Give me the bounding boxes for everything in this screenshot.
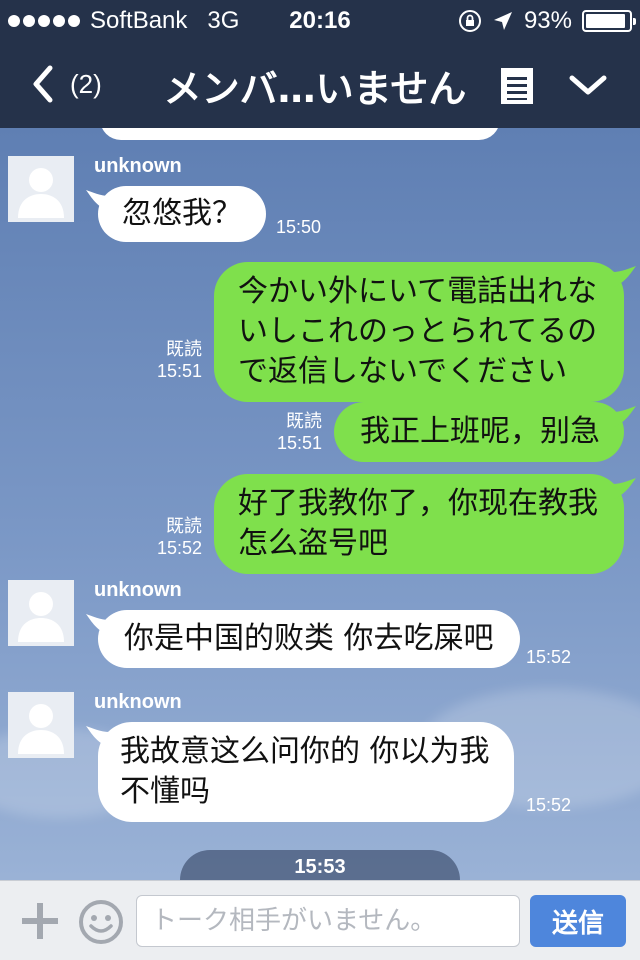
bubble-tail [612,406,636,428]
bubble-tail [86,726,110,748]
chevron-left-icon [33,65,53,103]
sender-name: unknown [94,155,182,177]
chevron-down-icon[interactable] [566,70,610,100]
message-line: 怎么盗号吧 [238,526,388,561]
message-time: 15:50 [276,217,322,237]
message-meta: 既読 15:51 [120,338,202,382]
read-receipt: 既読 [166,516,202,536]
avatar[interactable] [8,580,74,646]
message-bubble-incoming[interactable]: 忽悠我？ [86,186,266,242]
message-line: 不懂吗 [120,774,210,809]
message-meta: 既読 15:51 [240,410,322,454]
previous-message-bubble [100,128,500,140]
message-line: 我故意这么问你的 你以为我 [120,734,490,769]
message-line: 忽悠我？ [122,196,242,231]
plus-icon[interactable] [20,901,60,941]
default-avatar-icon [18,168,64,218]
read-receipt: 既読 [286,411,322,431]
message-time: 15:51 [276,433,322,453]
message-time: 15:52 [526,795,572,815]
chat-header: (2) メンバ…いません [0,40,640,128]
message-time: 15:52 [526,647,572,667]
message-line: で返信しないでください [238,354,568,389]
sender-name: unknown [94,691,182,713]
message-bubble-outgoing[interactable]: 今かい外にいて電話出れな いしこれのっとられてるの で返信しないでください [214,262,636,402]
message-bubble-outgoing[interactable]: 好了我教你了，你现在教我 怎么盗号吧 [214,474,636,574]
location-arrow-icon [493,12,512,30]
sender-name: unknown [94,579,182,601]
message-input[interactable] [136,895,520,947]
avatar[interactable] [8,692,74,758]
rotation-lock-icon [458,10,481,32]
bubble-tail [86,190,110,212]
message-line: 今かい外にいて電話出れな [238,274,598,309]
battery-fill [586,14,625,28]
default-avatar-icon [18,704,64,754]
message-bubble-incoming[interactable]: 我故意这么问你的 你以为我 不懂吗 [86,722,514,822]
message-line: いしこれのっとられてるの [238,314,598,349]
message-line: 你是中国的败类 你去吃屎吧 [124,621,494,656]
message-input-bar: 送信 [0,880,640,960]
document-menu-icon[interactable] [498,66,536,106]
message-bubble-incoming[interactable]: 你是中国的败类 你去吃屎吧 [86,610,520,668]
message-time: 15:52 [156,538,202,558]
message-bubble-outgoing[interactable]: 我正上班呢，别急 [334,402,636,462]
battery-icon [582,10,636,32]
message-meta: 既読 15:52 [120,515,202,559]
message-line: 好了我教你了，你现在教我 [238,486,598,521]
bubble-tail [86,614,110,636]
read-receipt: 既読 [166,339,202,359]
smiley-icon[interactable] [78,899,124,945]
status-bar: SoftBank 3G 20:16 93% [0,0,640,40]
unread-count: (2) [70,68,102,99]
battery-percent: 93% [523,7,572,34]
avatar[interactable] [8,156,74,222]
bubble-tail [612,266,636,288]
status-right: 93% [458,7,636,35]
bubble-tail [612,478,636,500]
time-divider-label: 15:53 [294,856,346,878]
chat-title: メンバ…いません [163,67,467,111]
message-time: 15:51 [156,361,202,381]
message-line: 我正上班呢，别急 [360,414,600,449]
time-divider: 15:53 [180,850,460,880]
default-avatar-icon [18,592,64,642]
chat-area[interactable]: unknown 忽悠我？ 15:50 既読 15:51 今かい外にいて電話出れな… [0,128,640,880]
send-button[interactable]: 送信 [530,895,626,947]
back-button[interactable]: (2) [30,60,140,108]
